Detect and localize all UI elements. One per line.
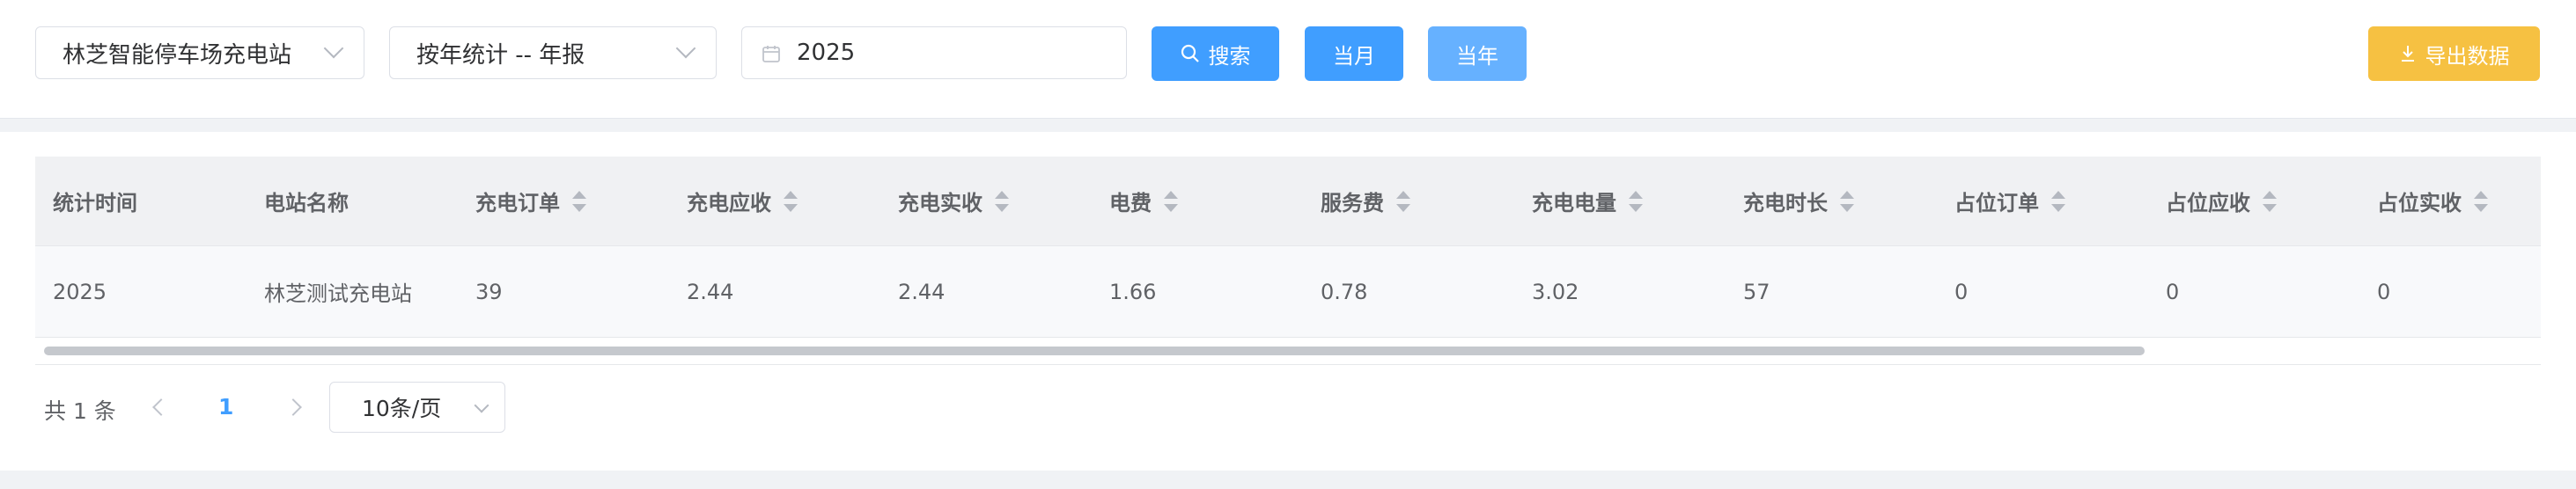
page-size-value: 10条/页	[362, 396, 442, 421]
report-table-card: 统计时间 电站名称 充电订单 充电应收 充电实收 电费 服务费 充电电量 充电时…	[0, 132, 2576, 471]
table-cell: 0	[1954, 279, 1969, 304]
search-button[interactable]: 搜索	[1152, 26, 1279, 81]
sort-icon[interactable]	[2263, 190, 2277, 213]
col-header-label: 电费	[1109, 191, 1152, 215]
col-header-label: 占位订单	[1954, 191, 2039, 215]
page-size-select[interactable]: 10条/页	[329, 382, 505, 433]
col-header-stat-time[interactable]: 统计时间	[53, 157, 137, 245]
col-header-label: 服务费	[1321, 191, 1384, 215]
page-number-current[interactable]: 1	[218, 394, 233, 420]
this-month-button[interactable]: 当月	[1305, 26, 1403, 81]
filter-toolbar: 林芝智能停车场充电站 按年统计 -- 年报 2025 搜索 当月 当年 导出数据	[0, 0, 2576, 119]
col-header-charge-received[interactable]: 充电实收	[898, 157, 1009, 245]
divider	[35, 364, 2541, 365]
sort-icon[interactable]	[2474, 190, 2488, 213]
period-select-value: 按年统计 -- 年报	[416, 41, 585, 69]
period-select[interactable]: 按年统计 -- 年报	[389, 26, 717, 79]
table-cell: 2.44	[898, 279, 946, 304]
export-button-label: 导出数据	[2425, 43, 2510, 69]
col-header-station-name[interactable]: 电站名称	[264, 157, 349, 245]
col-header-electricity-fee[interactable]: 电费	[1109, 157, 1178, 245]
col-header-label: 充电应收	[687, 191, 771, 215]
table-cell: 39	[475, 279, 503, 304]
table-cell: 2.44	[687, 279, 734, 304]
table-cell: 林芝测试充电站	[264, 281, 412, 306]
table-cell: 2025	[53, 279, 107, 304]
sort-icon[interactable]	[2051, 190, 2065, 213]
chevron-right-icon[interactable]	[284, 398, 302, 416]
calendar-icon	[762, 46, 780, 62]
col-header-label: 电站名称	[264, 191, 349, 215]
export-button[interactable]: 导出数据	[2368, 26, 2540, 81]
table-cell: 0.78	[1321, 279, 1368, 304]
col-header-charge-orders[interactable]: 充电订单	[475, 157, 586, 245]
col-header-occupy-receivable[interactable]: 占位应收	[2166, 157, 2277, 245]
chevron-down-icon	[474, 398, 489, 413]
station-select-value: 林芝智能停车场充电站	[63, 41, 292, 69]
col-header-charge-duration[interactable]: 充电时长	[1743, 157, 1854, 245]
col-header-label: 充电订单	[475, 191, 560, 215]
table-cell: 0	[2166, 279, 2180, 304]
table-cell: 57	[1743, 279, 1770, 304]
col-header-label: 占位实收	[2377, 191, 2462, 215]
station-select[interactable]: 林芝智能停车场充电站	[35, 26, 364, 79]
this-year-button[interactable]: 当年	[1428, 26, 1527, 81]
sort-icon[interactable]	[1396, 190, 1410, 213]
col-header-service-fee[interactable]: 服务费	[1321, 157, 1410, 245]
table-row: 2025 林芝测试充电站 39 2.44 2.44 1.66 0.78 3.02…	[35, 246, 2541, 338]
chevron-left-icon[interactable]	[152, 398, 170, 416]
search-icon	[1181, 44, 1199, 62]
sort-icon[interactable]	[995, 190, 1009, 213]
download-icon	[2401, 46, 2414, 62]
sort-icon[interactable]	[784, 190, 798, 213]
col-header-occupy-received[interactable]: 占位实收	[2377, 157, 2488, 245]
sort-icon[interactable]	[1164, 190, 1178, 213]
col-header-label: 统计时间	[53, 191, 137, 215]
search-button-label: 搜索	[1208, 43, 1251, 69]
sort-icon[interactable]	[572, 190, 586, 213]
year-value: 2025	[797, 40, 856, 66]
col-header-label: 充电电量	[1532, 191, 1616, 215]
year-picker[interactable]: 2025	[741, 26, 1127, 79]
col-header-occupy-orders[interactable]: 占位订单	[1954, 157, 2065, 245]
horizontal-scrollbar[interactable]	[35, 345, 2541, 357]
total-count: 共 1 条	[44, 398, 116, 424]
col-header-charge-receivable[interactable]: 充电应收	[687, 157, 798, 245]
table-cell: 1.66	[1109, 279, 1157, 304]
col-header-label: 充电实收	[898, 191, 983, 215]
sort-icon[interactable]	[1629, 190, 1643, 213]
scrollbar-thumb[interactable]	[44, 347, 2145, 355]
table-header: 统计时间 电站名称 充电订单 充电应收 充电实收 电费 服务费 充电电量 充电时…	[35, 157, 2541, 246]
sort-icon[interactable]	[1840, 190, 1854, 213]
chevron-down-icon	[675, 38, 696, 59]
this-year-label: 当年	[1456, 43, 1498, 69]
this-month-label: 当月	[1333, 43, 1375, 69]
table-cell: 3.02	[1532, 279, 1579, 304]
col-header-label: 充电时长	[1743, 191, 1828, 215]
chevron-down-icon	[323, 38, 344, 59]
col-header-charge-energy[interactable]: 充电电量	[1532, 157, 1643, 245]
col-header-label: 占位应收	[2166, 191, 2250, 215]
table-cell: 0	[2377, 279, 2391, 304]
